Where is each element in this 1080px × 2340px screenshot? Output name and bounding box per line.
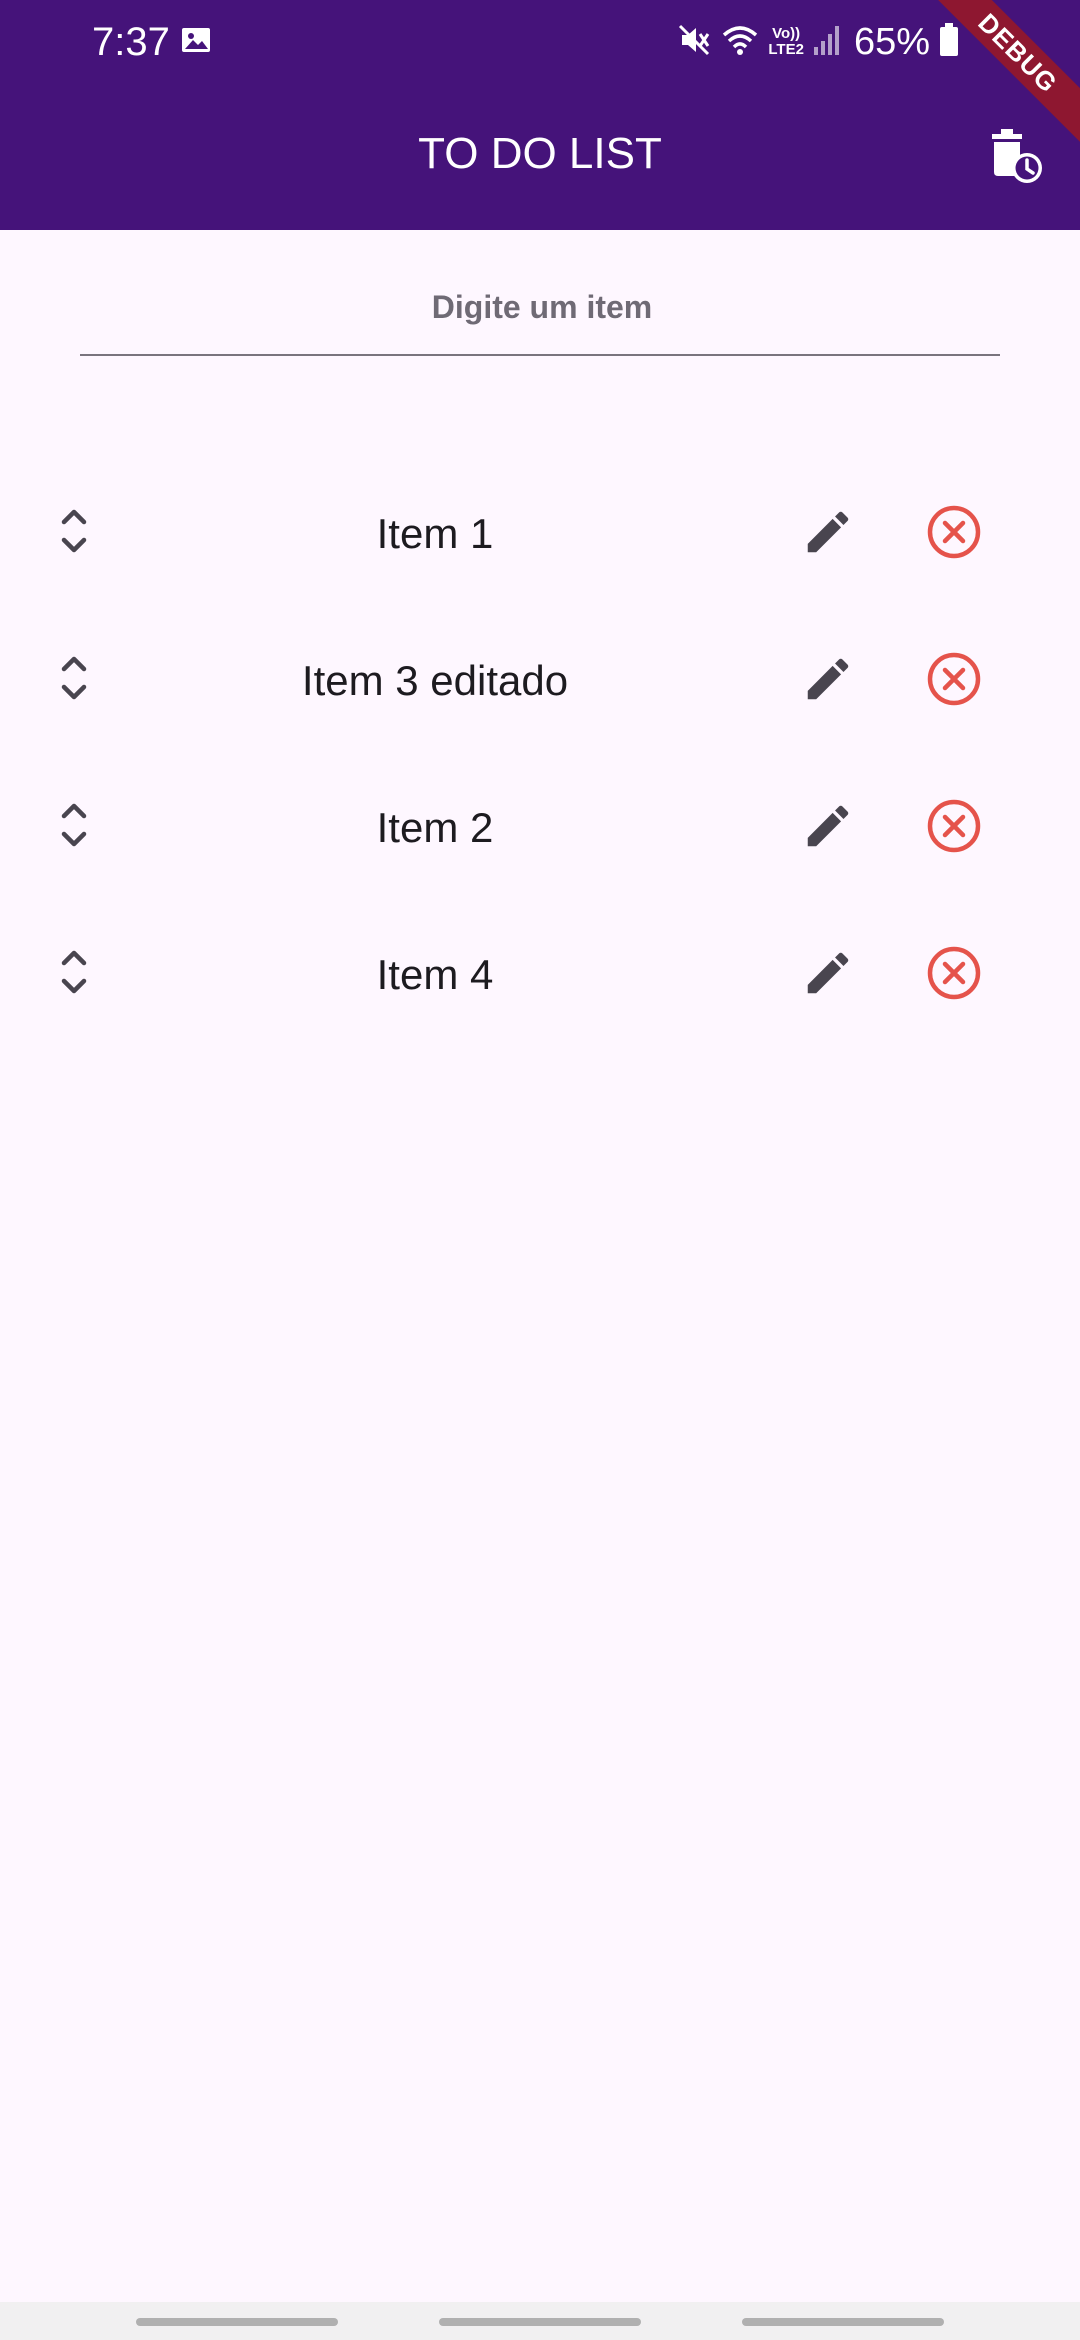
system-nav-bar bbox=[0, 2302, 1080, 2340]
item-input[interactable] bbox=[80, 260, 1004, 354]
edit-button[interactable] bbox=[790, 790, 866, 866]
list-item: Item 1 bbox=[0, 460, 1080, 607]
lte-label: LTE2 bbox=[768, 41, 804, 58]
pencil-icon bbox=[801, 799, 855, 858]
list-item: Item 2 bbox=[0, 754, 1080, 901]
status-icons: Vo)) LTE2 65% bbox=[676, 14, 960, 70]
volte-icon: Vo)) LTE2 bbox=[768, 26, 804, 58]
chevron-up-down-icon bbox=[54, 796, 94, 859]
wifi-icon bbox=[720, 22, 760, 63]
reorder-handle[interactable] bbox=[44, 643, 104, 717]
signal-icon bbox=[812, 23, 842, 62]
app-bar: 7:37 Vo)) LTE2 65% DEBUG TO DO LIST bbox=[0, 0, 1080, 230]
cancel-circle-icon bbox=[926, 504, 982, 565]
nav-recents-handle[interactable] bbox=[136, 2318, 338, 2326]
pencil-icon bbox=[801, 652, 855, 711]
item-label: Item 4 bbox=[376, 951, 494, 998]
edit-button[interactable] bbox=[790, 937, 866, 1013]
battery-percentage: 65% bbox=[853, 20, 930, 63]
status-bar: 7:37 Vo)) LTE2 65% bbox=[0, 0, 1080, 84]
list-item: Item 3 editado bbox=[0, 607, 1080, 754]
reorder-handle[interactable] bbox=[44, 790, 104, 864]
delete-button[interactable] bbox=[916, 790, 992, 866]
cancel-circle-icon bbox=[926, 798, 982, 859]
delete-button[interactable] bbox=[916, 937, 992, 1013]
item-input-container[interactable] bbox=[80, 260, 1004, 356]
page-title: TO DO LIST bbox=[418, 129, 662, 178]
delete-button[interactable] bbox=[916, 643, 992, 719]
volte-label: Vo)) bbox=[772, 25, 801, 42]
chevron-up-down-icon bbox=[54, 649, 94, 712]
battery-icon bbox=[938, 22, 960, 63]
item-label: Item 2 bbox=[376, 804, 494, 851]
pencil-icon bbox=[801, 946, 855, 1005]
status-time: 7:37 bbox=[92, 20, 170, 64]
delete-history-icon bbox=[984, 124, 1048, 193]
list-item: Item 4 bbox=[0, 901, 1080, 1048]
pencil-icon bbox=[801, 505, 855, 564]
item-label: Item 1 bbox=[376, 510, 494, 557]
cancel-circle-icon bbox=[926, 651, 982, 712]
clear-history-button[interactable] bbox=[980, 122, 1052, 194]
delete-button[interactable] bbox=[916, 496, 992, 572]
gallery-icon bbox=[180, 24, 212, 56]
edit-button[interactable] bbox=[790, 496, 866, 572]
reorder-handle[interactable] bbox=[44, 496, 104, 570]
nav-home-handle[interactable] bbox=[439, 2318, 641, 2326]
chevron-up-down-icon bbox=[54, 502, 94, 565]
nav-back-handle[interactable] bbox=[742, 2318, 944, 2326]
edit-button[interactable] bbox=[790, 643, 866, 719]
reorder-handle[interactable] bbox=[44, 937, 104, 1011]
cancel-circle-icon bbox=[926, 945, 982, 1006]
item-label: Item 3 editado bbox=[301, 657, 569, 704]
mute-icon bbox=[676, 22, 712, 63]
chevron-up-down-icon bbox=[54, 943, 94, 1006]
